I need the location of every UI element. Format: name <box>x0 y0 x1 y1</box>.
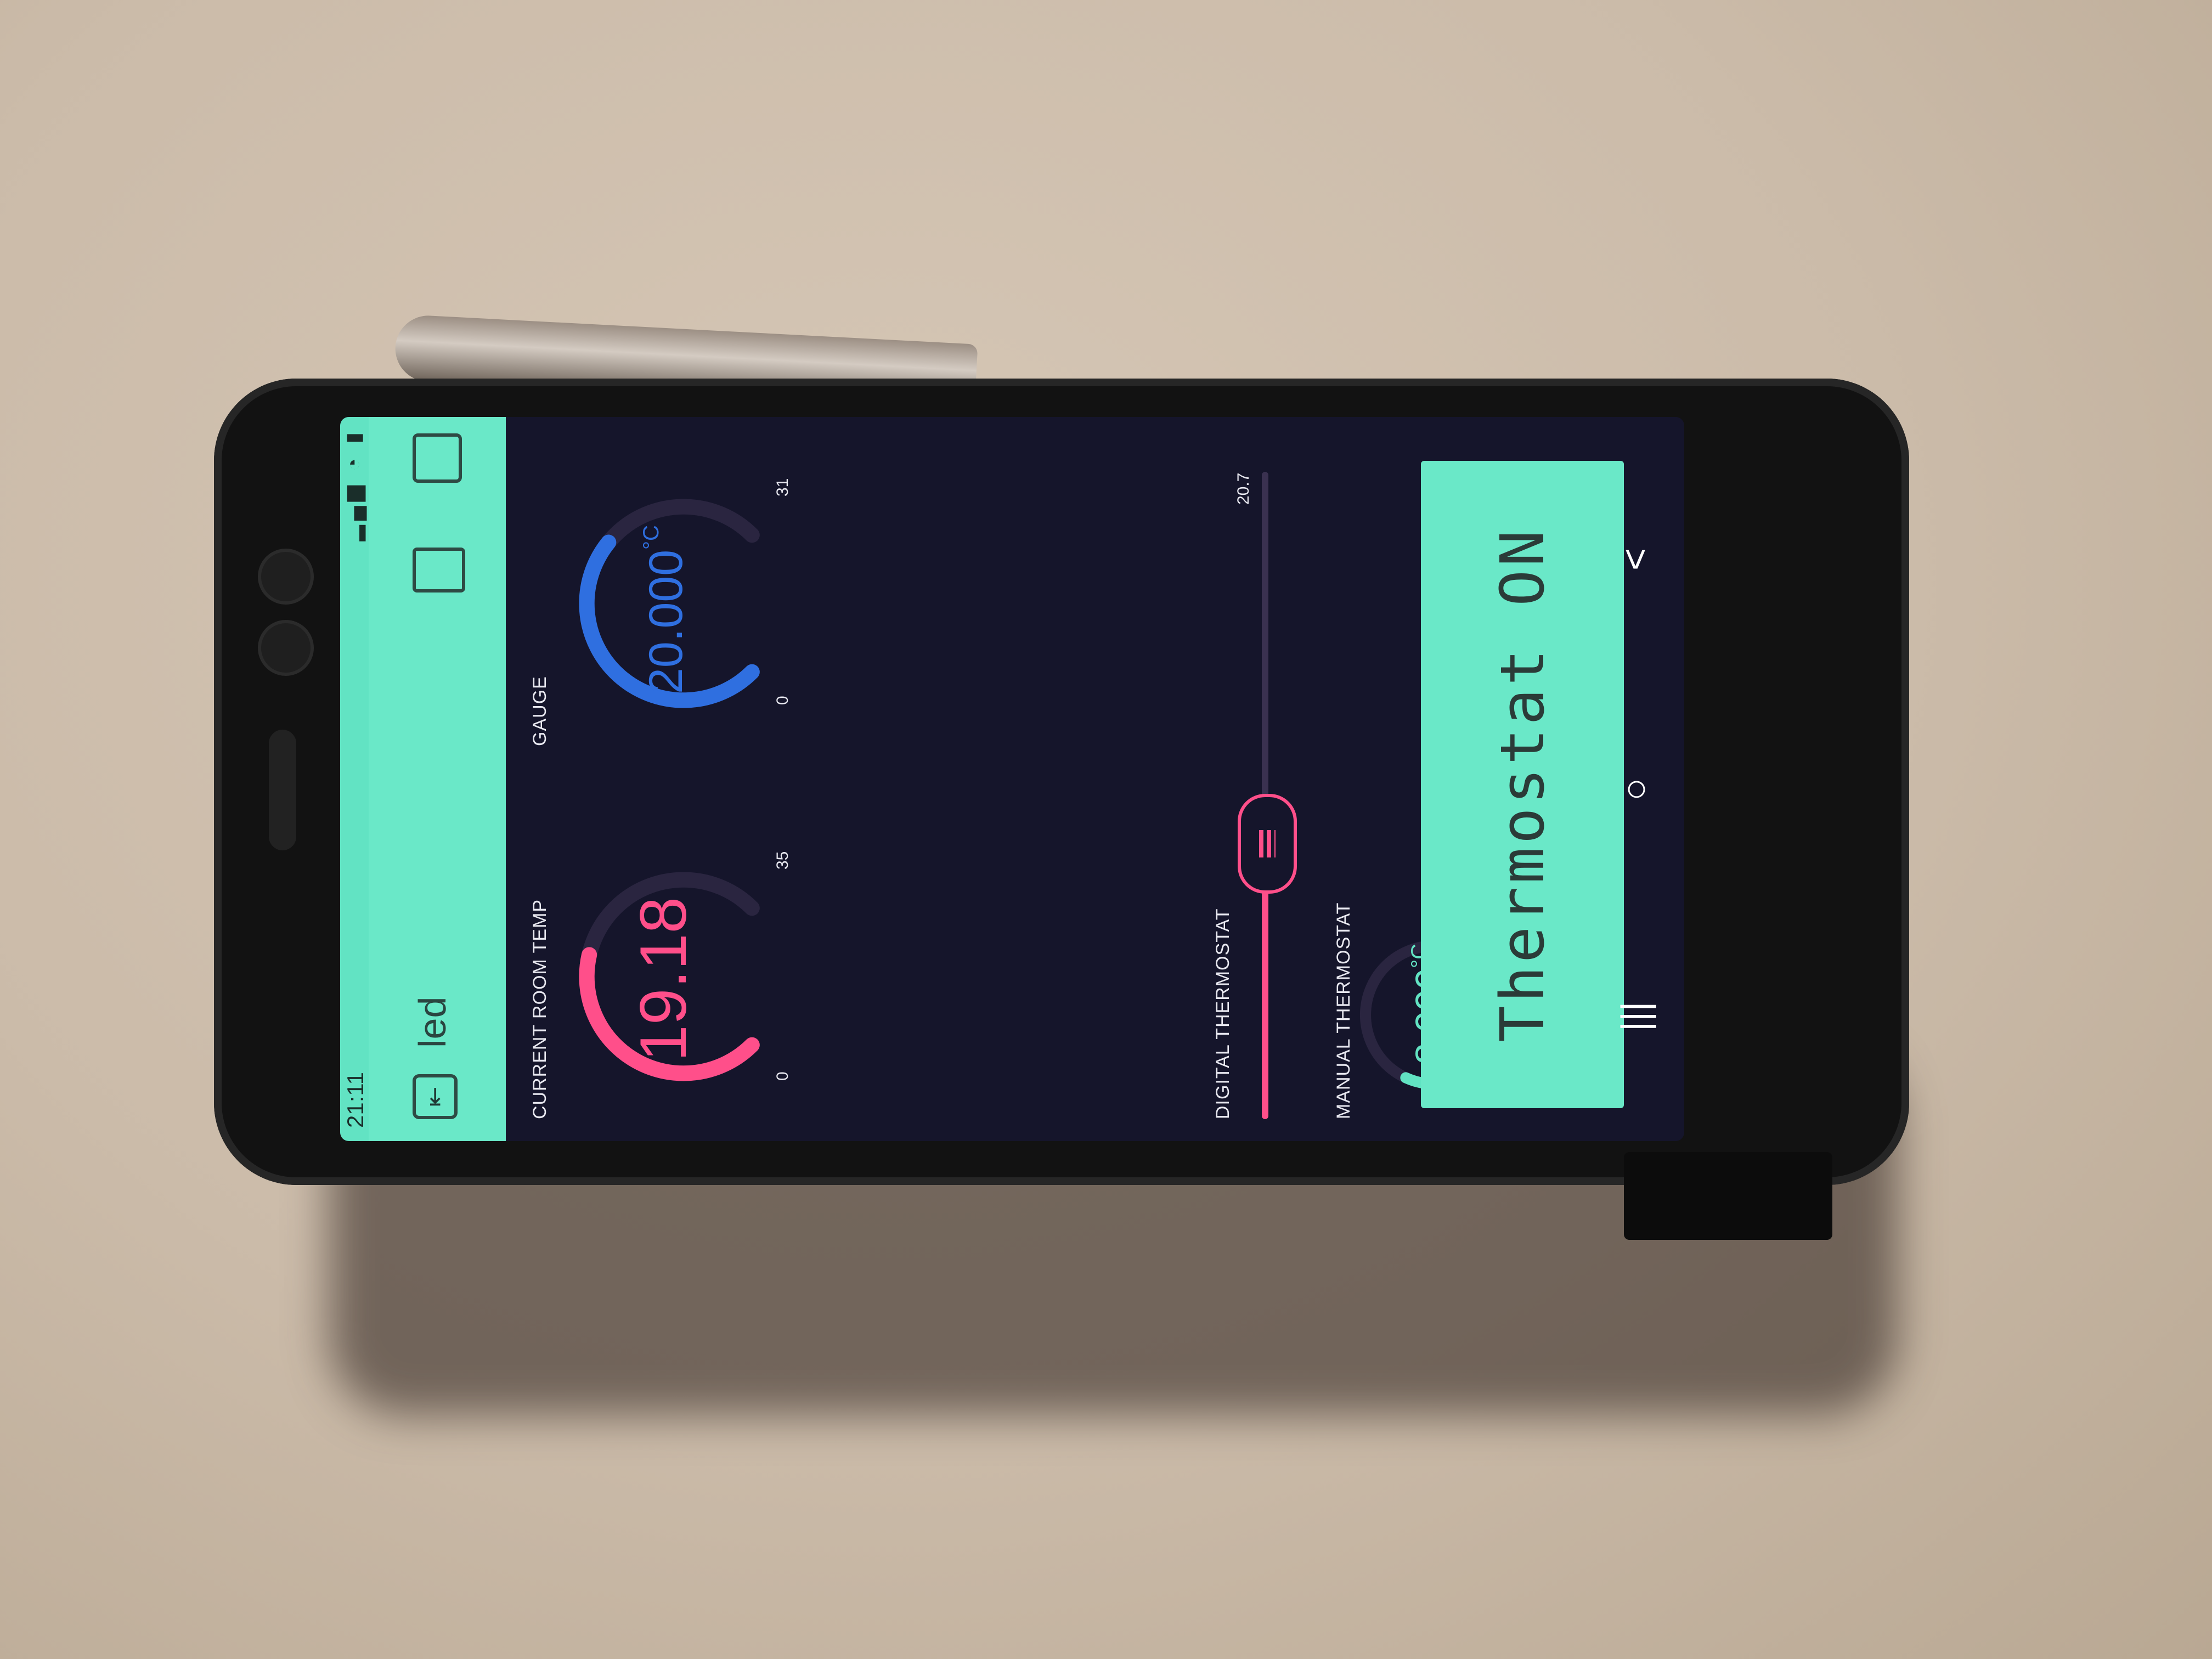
back-arrow-icon[interactable]: ⇤ <box>413 1074 458 1119</box>
gauge-unit: °C <box>639 525 663 550</box>
earpiece <box>269 730 296 850</box>
app-bar: ⇤ led <box>369 417 506 1141</box>
recent-apps-icon[interactable]: ||| <box>1613 1001 1657 1031</box>
gauge-label: GAUGE <box>529 676 550 746</box>
back-icon[interactable]: < <box>1613 548 1657 571</box>
phone-screen: 21:11 ▂▄▆ ◔ ▮ ⇤ led CURRENT ROOM TEMP 19… <box>340 417 1684 1141</box>
gauge-value-wrap: 20.000°C <box>639 525 693 694</box>
status-bar: 21:11 ▂▄▆ ◔ ▮ <box>340 417 369 1141</box>
gauge-min: 0 <box>774 696 792 705</box>
project-title: led <box>411 996 454 1048</box>
gauge-max: 31 <box>774 478 792 496</box>
front-camera-icon <box>258 549 314 605</box>
device-icon[interactable] <box>413 548 465 592</box>
slider-handle[interactable] <box>1238 794 1297 894</box>
gauge-value: 20.000 <box>640 549 692 694</box>
lcd-display: Thermostat ON <box>1421 461 1624 1108</box>
status-icons: ▂▄▆ ◔ ▮ <box>342 428 365 541</box>
room-temp-min: 0 <box>774 1071 792 1081</box>
room-temp-max: 35 <box>774 851 792 870</box>
sensor-icon <box>258 620 314 676</box>
digital-thermostat-value: 20.7 <box>1234 472 1252 505</box>
phone-case-tab <box>1624 1152 1832 1240</box>
room-temp-value: 19.18 <box>627 896 700 1062</box>
stop-icon[interactable] <box>413 433 462 483</box>
photo-scene: 21:11 ▂▄▆ ◔ ▮ ⇤ led CURRENT ROOM TEMP 19… <box>0 0 2212 1659</box>
grip-icon <box>1259 830 1276 858</box>
status-time: 21:11 <box>342 1072 368 1128</box>
app-portrait-view: 21:11 ▂▄▆ ◔ ▮ ⇤ led CURRENT ROOM TEMP 19… <box>340 417 1684 1141</box>
nav-bar: ||| ○ < <box>1613 417 1684 1141</box>
digital-thermostat-label: DIGITAL THERMOSTAT <box>1212 908 1233 1119</box>
room-temp-label: CURRENT ROOM TEMP <box>529 899 550 1119</box>
home-icon[interactable]: ○ <box>1613 778 1657 801</box>
